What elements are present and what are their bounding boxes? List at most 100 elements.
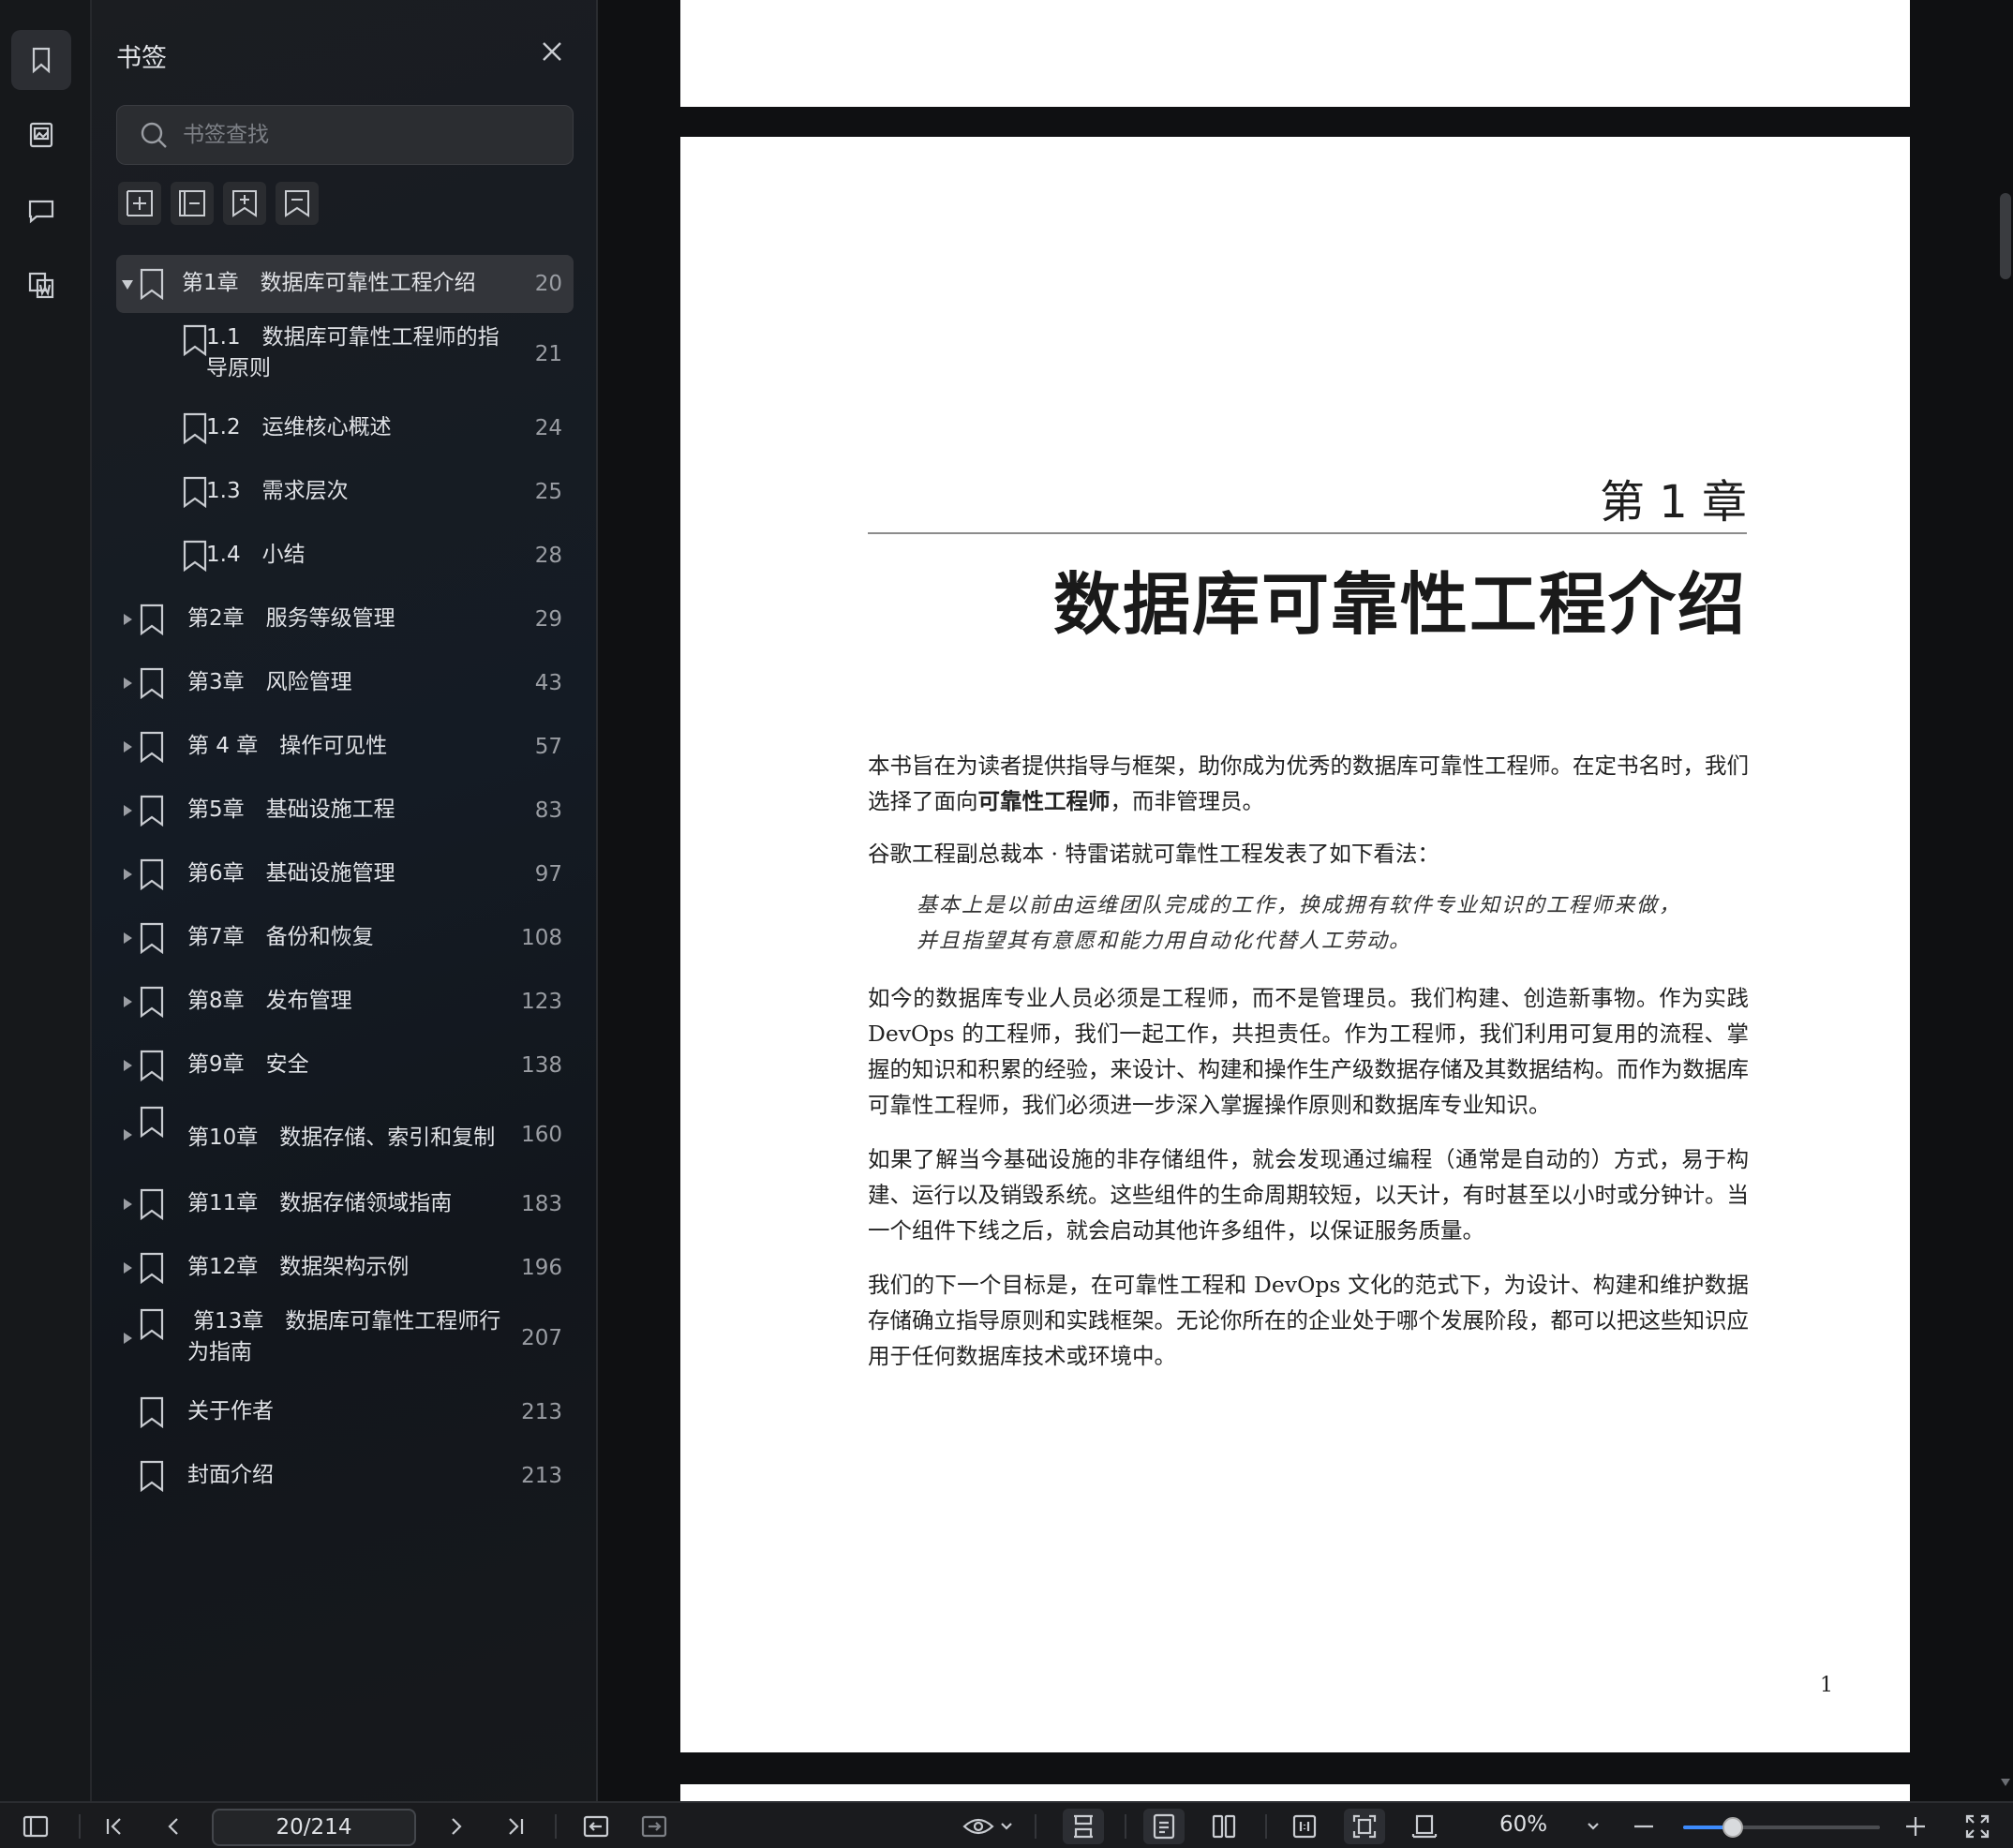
- toggle-sidebar-button[interactable]: [17, 1809, 54, 1844]
- navigate-forward-button[interactable]: [637, 1809, 671, 1844]
- bookmark-icon: [139, 922, 165, 958]
- zoom-dropdown-button[interactable]: [1582, 1809, 1604, 1844]
- bookmark-item[interactable]: 第7章 备份和恢复 108: [116, 909, 574, 967]
- caret-right-icon[interactable]: [124, 1262, 132, 1274]
- delete-bookmark-button[interactable]: [276, 182, 319, 225]
- sidebar-icon: [22, 1815, 49, 1838]
- caret-down-icon[interactable]: [122, 280, 133, 290]
- bookmark-icon: [139, 268, 165, 304]
- bookmark-icon: [139, 667, 165, 703]
- caret-right-icon[interactable]: [124, 678, 132, 689]
- comment-icon: [28, 200, 54, 224]
- last-page-icon: [509, 1818, 524, 1835]
- zoom-level[interactable]: 60%: [1499, 1812, 1547, 1837]
- bookmark-search-input[interactable]: [183, 123, 539, 147]
- caret-right-icon[interactable]: [124, 741, 132, 753]
- collapse-bookmarks-button[interactable]: [171, 182, 214, 225]
- bookmark-item[interactable]: 第13章 数据库可靠性工程师行 为指南 207: [116, 1303, 574, 1374]
- page-number-input[interactable]: [212, 1809, 416, 1846]
- two-page-button[interactable]: [1203, 1809, 1245, 1844]
- comments-tab[interactable]: [11, 180, 71, 240]
- zoom-slider-handle[interactable]: [1722, 1817, 1743, 1838]
- bookmark-item[interactable]: 第 4 章 操作可见性 57: [116, 718, 574, 776]
- bookmark-item[interactable]: 第6章 基础设施管理 97: [116, 845, 574, 903]
- caret-right-icon[interactable]: [124, 614, 132, 625]
- fit-page-button[interactable]: [1344, 1809, 1385, 1844]
- fit-width-button[interactable]: [1404, 1809, 1445, 1844]
- next-page-button[interactable]: [439, 1809, 472, 1844]
- view-mode-dropdown[interactable]: [960, 1809, 1016, 1844]
- previous-page-button[interactable]: [157, 1809, 191, 1844]
- single-page-button[interactable]: [1143, 1809, 1185, 1844]
- document-viewport[interactable]: 第 1 章 数据库可靠性工程介绍 本书旨在为读者提供指导与框架，助你成为优秀的数…: [600, 0, 2013, 1801]
- chapter-number: 第 1 章: [1599, 476, 1747, 529]
- toolbar-separator: [555, 1814, 557, 1839]
- close-panel-button[interactable]: [536, 36, 568, 67]
- bookmark-item[interactable]: 1.4 小结 28: [116, 527, 574, 585]
- bookmark-item[interactable]: 关于作者 213: [116, 1383, 574, 1441]
- zoom-in-button[interactable]: [1899, 1809, 1932, 1844]
- bookmark-icon: [139, 1460, 165, 1496]
- bookmark-icon: [139, 795, 165, 830]
- bookmark-item[interactable]: 1.2 运维核心概述 24: [116, 399, 574, 457]
- bookmark-page-number: 24: [534, 416, 562, 440]
- bookmark-item[interactable]: 1.3 需求层次 25: [116, 463, 574, 521]
- continuous-scroll-button[interactable]: [1063, 1809, 1104, 1844]
- scroll-down-arrow-icon[interactable]: [2001, 1779, 2010, 1786]
- bookmark-label: 第6章 基础设施管理: [187, 861, 395, 886]
- bookmark-label: 第11章 数据存储领域指南: [187, 1191, 453, 1215]
- quote-line-2: 并且指望其有意愿和能力用自动化代替人工劳动。: [917, 930, 1412, 953]
- bookmark-item[interactable]: 第3章 风险管理 43: [116, 654, 574, 712]
- chevron-down-icon: [1001, 1823, 1012, 1830]
- add-child-icon: [232, 190, 257, 217]
- fullscreen-button[interactable]: [1959, 1809, 1996, 1844]
- two-page-icon: [1212, 1814, 1236, 1839]
- toolbar-separator: [1125, 1814, 1126, 1839]
- caret-right-icon[interactable]: [124, 805, 132, 816]
- bookmark-remove-icon: [285, 190, 309, 217]
- bookmark-label: 第12章 数据架构示例: [187, 1255, 410, 1279]
- bookmark-item[interactable]: 封面介绍 213: [116, 1447, 574, 1505]
- add-bookmark-button[interactable]: [118, 182, 161, 225]
- bookmark-item[interactable]: 第1章 数据库可靠性工程介绍 20: [116, 255, 574, 313]
- bookmark-page-number: 29: [534, 607, 562, 632]
- bookmark-item[interactable]: 第8章 发布管理 123: [116, 973, 574, 1031]
- bookmark-page-number: 97: [534, 862, 562, 887]
- bookmark-label: 关于作者: [187, 1399, 274, 1423]
- bookmark-item[interactable]: 1.1 数据库可靠性工程师的指 导原则 21: [116, 319, 574, 390]
- caret-right-icon[interactable]: [124, 1333, 132, 1344]
- last-page-button[interactable]: [499, 1809, 532, 1844]
- caret-right-icon[interactable]: [124, 869, 132, 880]
- navigate-back-button[interactable]: [579, 1809, 613, 1844]
- bookmark-item[interactable]: 第12章 数据架构示例 196: [116, 1239, 574, 1297]
- caret-right-icon[interactable]: [124, 932, 132, 944]
- caret-right-icon[interactable]: [124, 996, 132, 1007]
- actual-size-button[interactable]: [1284, 1809, 1325, 1844]
- zoom-out-button[interactable]: [1627, 1809, 1661, 1844]
- bookmark-page-number: 20: [534, 272, 562, 296]
- bookmark-icon: [182, 324, 208, 360]
- caret-right-icon[interactable]: [124, 1199, 132, 1210]
- bookmark-page-number: 123: [521, 990, 562, 1014]
- word-export-tab[interactable]: [11, 255, 71, 315]
- bookmark-item[interactable]: 第10章 数据存储、索引和复制 160: [116, 1100, 574, 1170]
- bookmark-icon: [182, 476, 208, 512]
- caret-right-icon[interactable]: [124, 1129, 132, 1140]
- zoom-slider[interactable]: [1683, 1817, 1880, 1838]
- bookmark-item[interactable]: 第5章 基础设施工程 83: [116, 782, 574, 840]
- minus-icon: [1634, 1825, 1653, 1828]
- bookmark-item[interactable]: 第11章 数据存储领域指南 183: [116, 1175, 574, 1233]
- bookmarks-tab[interactable]: [11, 30, 71, 90]
- bookmark-item[interactable]: 第9章 安全 138: [116, 1036, 574, 1095]
- bookmark-search[interactable]: [116, 105, 574, 165]
- bookmark-icon: [139, 858, 165, 894]
- first-page-button[interactable]: [97, 1809, 131, 1844]
- bookmark-label: 第3章 风险管理: [187, 670, 352, 694]
- chevron-right-icon: [452, 1818, 462, 1835]
- caret-right-icon[interactable]: [124, 1060, 132, 1071]
- vertical-scrollbar[interactable]: [2000, 193, 2011, 279]
- add-child-bookmark-button[interactable]: [223, 182, 266, 225]
- thumbnails-tab[interactable]: [11, 105, 71, 165]
- bookmark-page-number: 207: [521, 1326, 562, 1350]
- bookmark-item[interactable]: 第2章 服务等级管理 29: [116, 590, 574, 648]
